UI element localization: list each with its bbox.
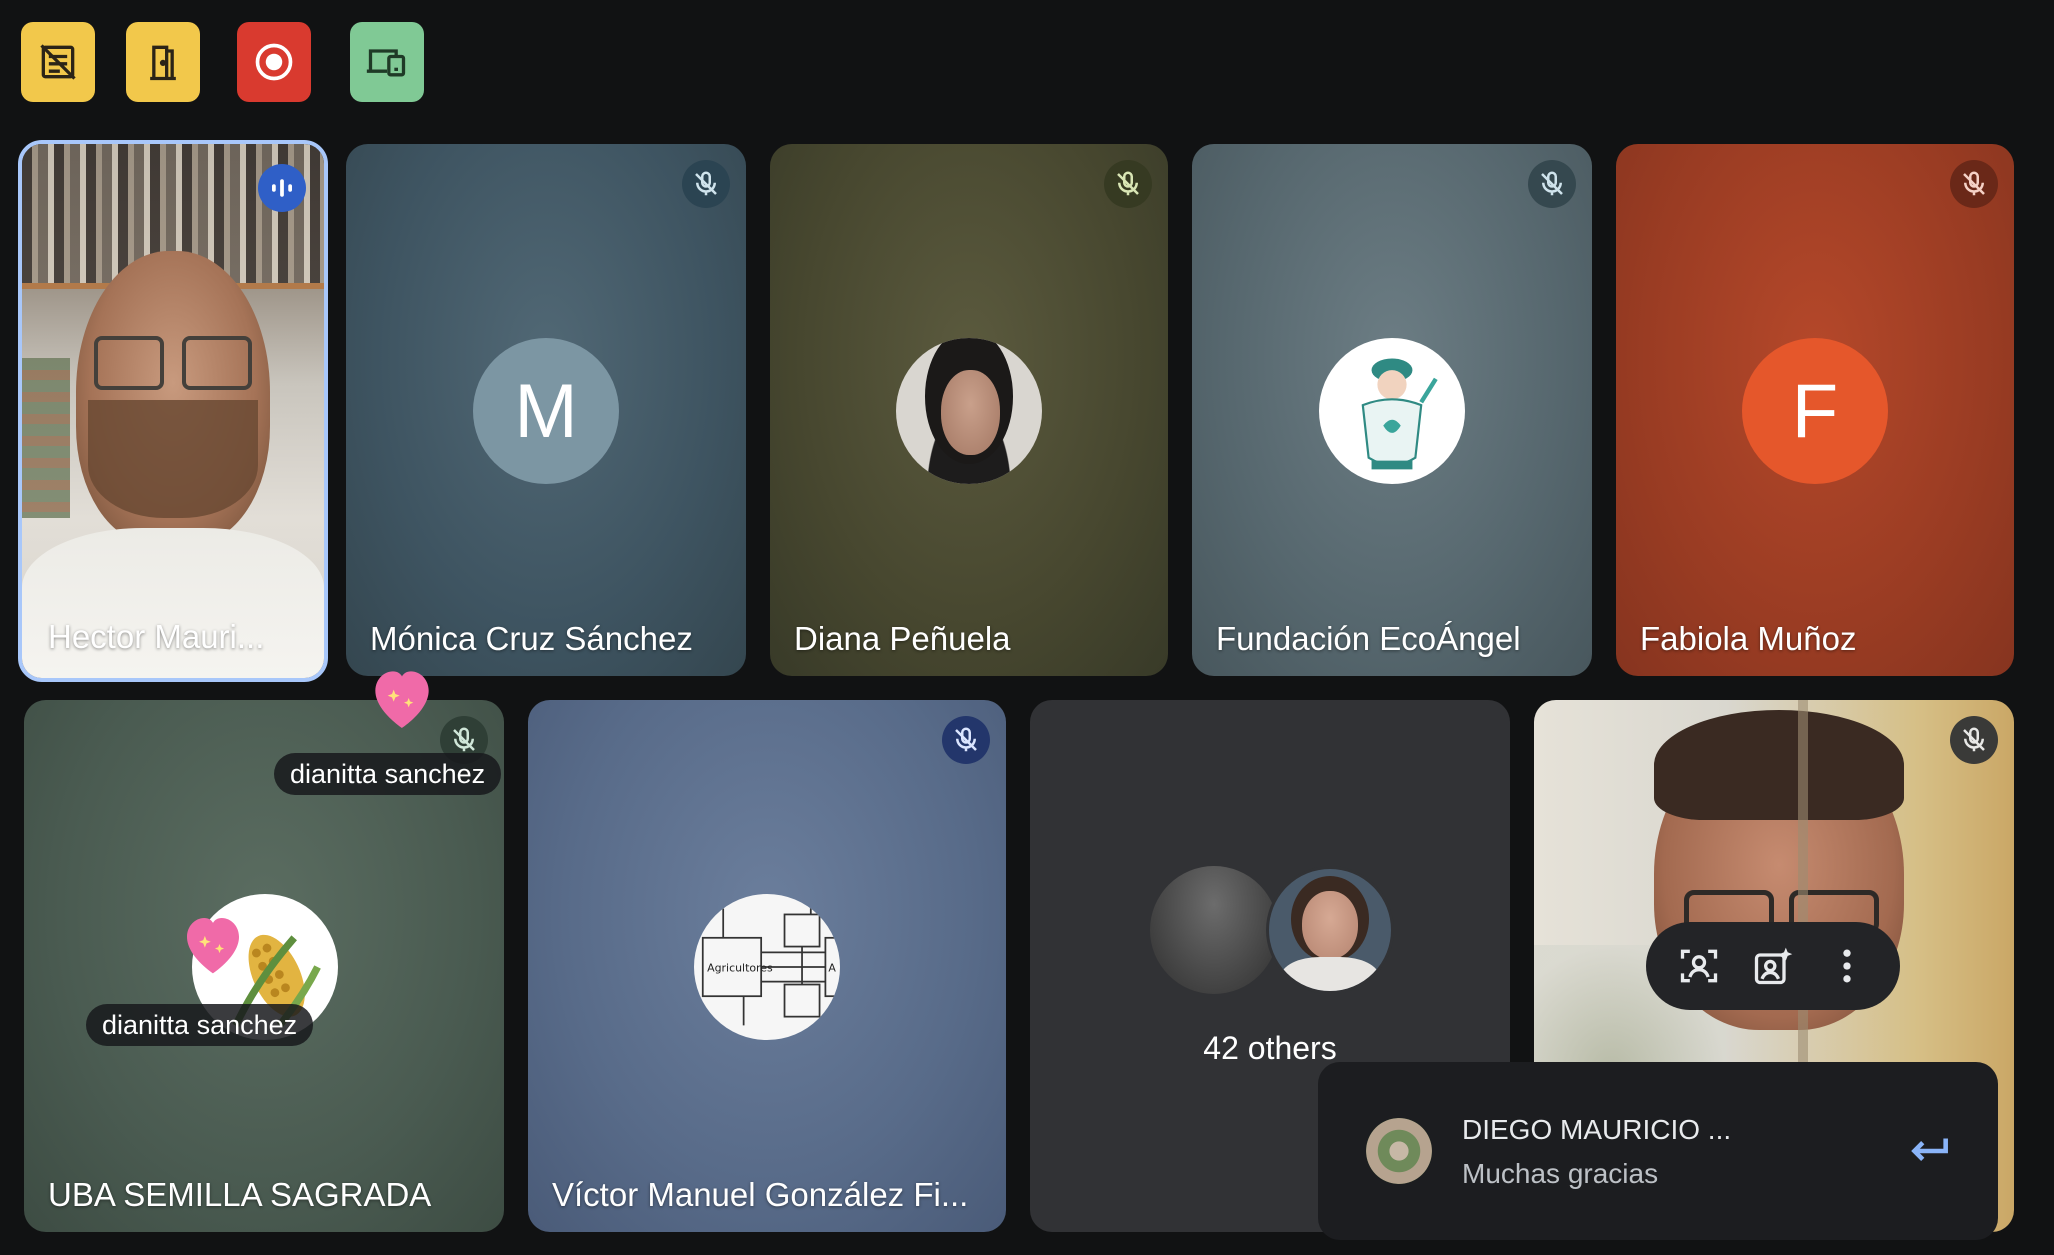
participant-name: Diana Peñuela — [794, 620, 1011, 657]
others-avatar-1 — [1150, 866, 1278, 994]
frame-person-icon[interactable] — [1677, 944, 1721, 988]
mic-off-icon — [955, 727, 977, 752]
notes-off-icon — [40, 44, 76, 80]
heart-reaction-icon — [187, 918, 239, 974]
mic-muted-indicator — [1104, 160, 1152, 208]
effects-sparkle-icon[interactable] — [1751, 944, 1795, 988]
reply-arrow-icon[interactable] — [1904, 1126, 1954, 1176]
participant-name: UBA SEMILLA SAGRADA — [48, 1176, 432, 1213]
mic-off-icon — [1963, 727, 1985, 752]
mic-muted-indicator — [1950, 716, 1998, 764]
participant-name: Fabiola Muñoz — [1640, 620, 1857, 657]
participant-tile-hector[interactable]: Hector Mauri... — [18, 140, 328, 682]
participant-tile-monica[interactable]: M Mónica Cruz Sánchez — [346, 144, 746, 676]
others-avatar-2 — [1266, 866, 1394, 994]
mic-off-icon — [1963, 171, 1985, 196]
device-cast-icon — [366, 49, 406, 77]
mic-muted-indicator — [682, 160, 730, 208]
participant-tile-victor[interactable]: Agricultores A Víctor Manuel González Fi… — [528, 700, 1006, 1232]
recording-button[interactable] — [237, 22, 311, 102]
notes-off-button[interactable] — [21, 22, 95, 102]
reaction-user-label: dianitta sanchez — [274, 753, 502, 795]
avatar-fundacion — [1319, 338, 1465, 484]
door-exit-icon — [150, 45, 176, 81]
diagram-label-a: A — [828, 961, 836, 974]
chat-message-text: Muchas gracias — [1462, 1158, 1659, 1189]
speaking-indicator — [258, 164, 306, 212]
record-icon — [255, 43, 293, 81]
participant-tile-fabiola[interactable]: F Fabiola Muñoz — [1616, 144, 2014, 676]
speaking-icon — [272, 179, 292, 197]
participant-name: Hector Mauri... — [48, 618, 265, 655]
mic-muted-indicator — [1528, 160, 1576, 208]
mic-off-icon — [453, 727, 475, 752]
diagram-label-agricultores: Agricultores — [707, 961, 773, 974]
participant-name: Víctor Manuel González Fi... — [552, 1176, 969, 1213]
mic-off-icon — [695, 171, 717, 196]
reaction-user-label: dianitta sanchez — [86, 1004, 314, 1046]
avatar-monica: M — [473, 338, 619, 484]
chat-sender-name: DIEGO MAURICIO ... — [1462, 1114, 1732, 1145]
companion-mode-button[interactable] — [350, 22, 424, 102]
chat-notification[interactable]: DIEGO MAURICIO ... Muchas gracias — [1318, 1062, 1998, 1240]
mic-muted-indicator — [942, 716, 990, 764]
participant-name: Fundación EcoÁngel — [1216, 620, 1521, 657]
avatar-letter: F — [1791, 368, 1839, 454]
mic-off-icon — [1541, 171, 1563, 196]
avatar-victor: Agricultores A — [694, 894, 840, 1040]
leave-room-button[interactable] — [126, 22, 200, 102]
more-options-icon[interactable] — [1825, 944, 1869, 988]
avatar-letter: M — [514, 368, 578, 454]
tile-hover-toolbar — [1646, 922, 1900, 1010]
ecoangel-logo-image — [1361, 358, 1438, 470]
mic-off-icon — [1117, 171, 1139, 196]
avatar-diana — [896, 338, 1042, 484]
participant-tile-fundacion[interactable]: Fundación EcoÁngel — [1192, 144, 1592, 676]
mic-muted-indicator — [1950, 160, 1998, 208]
chat-sender-avatar — [1366, 1118, 1432, 1184]
participant-name: Mónica Cruz Sánchez — [370, 620, 693, 657]
avatar-fabiola: F — [1742, 338, 1888, 484]
heart-reaction-icon — [375, 671, 429, 728]
video-feed-hector — [22, 144, 324, 678]
diagram-logo-image: Agricultores A — [701, 902, 840, 1026]
participant-tile-diana[interactable]: Diana Peñuela — [770, 144, 1168, 676]
